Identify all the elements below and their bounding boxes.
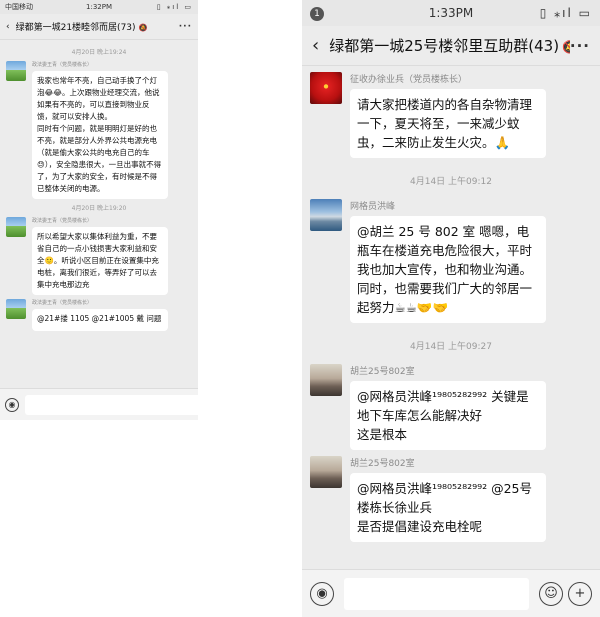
chat-header: ‹ 绿都第一城25号楼邻里互助群(43) 🔕 ··· bbox=[302, 26, 600, 66]
message-text: @网格员洪峰¹⁹⁸⁰⁵²⁸²⁹⁹² 关键是地下车库怎么能解决好 bbox=[357, 389, 529, 423]
message-item: 征收办徐业兵（党员楼栋长） 请大家把楼道内的各自杂物清理一下，夏天将至，一来减少… bbox=[310, 72, 592, 158]
avatar[interactable] bbox=[310, 199, 342, 231]
message-text: 同时有个问题，就是明明灯是好的也不亮，就是部分人外界公共电源充电（就是偷大家公共… bbox=[37, 124, 162, 193]
sender-name: 政法委王青（党员楼栋长） bbox=[32, 300, 93, 306]
more-icon[interactable]: ··· bbox=[179, 22, 192, 32]
message-body: 网格员洪峰 @胡兰 25 号 802 室 嗯嗯，电瓶车在楼道充电危险很大，平时我… bbox=[350, 199, 592, 323]
timestamp: 4月14日 上午09:12 bbox=[410, 177, 492, 187]
message-bubble[interactable]: 所以希望大家以集体利益为重，不要省自己的一点小钱损害大家利益和安全🙂。听说小区目… bbox=[32, 227, 168, 295]
sender-name: 胡兰25号802室 bbox=[350, 367, 415, 377]
sender-name: 胡兰25号802室 bbox=[350, 459, 415, 469]
back-icon[interactable]: ‹ bbox=[6, 22, 10, 32]
message-item: 政法委王青（党员楼栋长） 所以希望大家以集体利益为重，不要省自己的一点小钱损害大… bbox=[6, 217, 192, 295]
status-bar: 1 1:33PM ▯ ⁎ıl ▭ bbox=[302, 0, 600, 26]
left-chat-screen: 中国移动 1:32PM ▯ ⁎ıl ▭ ‹ 绿都第一城21楼睦邻而居(73) 🔕 … bbox=[0, 0, 198, 420]
avatar[interactable] bbox=[310, 456, 342, 488]
avatar[interactable] bbox=[310, 72, 342, 104]
status-time: 1:32PM bbox=[86, 3, 112, 11]
timestamp: 4月20日 晚上19:24 bbox=[71, 49, 127, 56]
status-time: 1:33PM bbox=[428, 6, 474, 20]
message-text: 这是根本 bbox=[357, 427, 408, 442]
chat-header: ‹ 绿都第一城21楼睦邻而居(73) 🔕 ··· bbox=[0, 14, 198, 40]
group-title-text: 绿都第一城25号楼邻里互助群(43) bbox=[329, 37, 560, 55]
emoji-icon[interactable]: ☺ bbox=[539, 581, 563, 606]
message-input[interactable] bbox=[344, 577, 529, 610]
mute-icon: 🔕 bbox=[562, 40, 570, 54]
more-icon[interactable]: ··· bbox=[570, 37, 590, 55]
sender-name: 政法委王青（党员楼栋长） bbox=[32, 218, 93, 224]
message-text: 请大家把楼道内的各自杂物清理一下，夏天将至，一来减少蚊虫，二来防止发生火灾。🙏 bbox=[357, 97, 533, 150]
carrier-name: 中国移动 bbox=[5, 3, 33, 11]
status-icons: ▯ ⁎ıl ▭ bbox=[156, 3, 194, 11]
avatar[interactable] bbox=[6, 217, 26, 237]
message-bubble[interactable]: 我家也常年不亮，自己动手换了个灯泡😂😂。上次跟物业经理交流，他说如果有不亮的，可… bbox=[32, 71, 168, 199]
message-bubble[interactable]: 请大家把楼道内的各自杂物清理一下，夏天将至，一来减少蚊虫，二来防止发生火灾。🙏 bbox=[350, 89, 546, 158]
voice-icon[interactable]: ◉ bbox=[310, 581, 334, 606]
message-input[interactable] bbox=[25, 394, 198, 415]
message-text: 是否提倡建设充电栓呢 bbox=[357, 519, 483, 534]
input-bar: ◉ ☺ + bbox=[0, 388, 198, 420]
group-title: 绿都第一城25号楼邻里互助群(43) 🔕 bbox=[329, 35, 570, 56]
sender-name: 征收办徐业兵（党员楼栋长） bbox=[350, 75, 468, 85]
right-chat-screen: 1 1:33PM ▯ ⁎ıl ▭ ‹ 绿都第一城25号楼邻里互助群(43) 🔕 ·… bbox=[302, 0, 600, 617]
message-bubble[interactable]: @网格员洪峰¹⁹⁸⁰⁵²⁸²⁹⁹² 关键是地下车库怎么能解决好这是根本 bbox=[350, 381, 546, 450]
plus-icon[interactable]: + bbox=[568, 581, 592, 606]
message-item: 网格员洪峰 @胡兰 25 号 802 室 嗯嗯，电瓶车在楼道充电危险很大，平时我… bbox=[310, 199, 592, 323]
message-body: 胡兰25号802室 @网格员洪峰¹⁹⁸⁰⁵²⁸²⁹⁹² @25号楼栋长徐业兵是否… bbox=[350, 456, 592, 542]
message-text: 所以希望大家以集体利益为重，不要省自己的一点小钱损害大家利益和安全🙂。听说小区目… bbox=[37, 232, 159, 289]
status-bar: 中国移动 1:32PM ▯ ⁎ıl ▭ bbox=[0, 0, 198, 14]
status-icons: ▯ ⁎ıl ▭ bbox=[539, 6, 592, 20]
message-item: 政法委王青（党员楼栋长） 我家也常年不亮，自己动手换了个灯泡😂😂。上次跟物业经理… bbox=[6, 61, 192, 199]
message-bubble[interactable]: @21#搂 1105 @21#1005 戴 问题 bbox=[32, 309, 168, 331]
group-title: 绿都第一城21楼睦邻而居(73) 🔕 bbox=[16, 20, 179, 33]
timestamp: 4月20日 晚上19:20 bbox=[71, 205, 127, 212]
message-body: 政法委王青（党员楼栋长） 我家也常年不亮，自己动手换了个灯泡😂😂。上次跟物业经理… bbox=[32, 61, 192, 199]
message-bubble[interactable]: @网格员洪峰¹⁹⁸⁰⁵²⁸²⁹⁹² @25号楼栋长徐业兵是否提倡建设充电栓呢 bbox=[350, 473, 546, 542]
message-text: 我家也常年不亮，自己动手换了个灯泡😂😂。上次跟物业经理交流，他说如果有不亮的，可… bbox=[37, 76, 160, 121]
message-list[interactable]: 4月20日 晚上19:24 政法委王青（党员楼栋长） 我家也常年不亮，自己动手换… bbox=[0, 40, 198, 400]
avatar[interactable] bbox=[310, 364, 342, 396]
message-bubble[interactable]: @胡兰 25 号 802 室 嗯嗯，电瓶车在楼道充电危险很大，平时我也加大宣传，… bbox=[350, 216, 546, 323]
message-item: 政法委王青（党员楼栋长） @21#搂 1105 @21#1005 戴 问题 bbox=[6, 299, 192, 335]
message-text: @网格员洪峰¹⁹⁸⁰⁵²⁸²⁹⁹² @25号楼栋长徐业兵 bbox=[357, 481, 533, 515]
voice-icon[interactable]: ◉ bbox=[5, 397, 19, 412]
timestamp: 4月14日 上午09:27 bbox=[410, 342, 492, 352]
message-item: 胡兰25号802室 @网格员洪峰¹⁹⁸⁰⁵²⁸²⁹⁹² 关键是地下车库怎么能解决… bbox=[310, 364, 592, 450]
notification-badge: 1 bbox=[310, 7, 324, 21]
message-body: 胡兰25号802室 @网格员洪峰¹⁹⁸⁰⁵²⁸²⁹⁹² 关键是地下车库怎么能解决… bbox=[350, 364, 592, 450]
message-text: @21#搂 1105 @21#1005 戴 问题 bbox=[37, 314, 162, 323]
group-title-text: 绿都第一城21楼睦邻而居(73) bbox=[15, 23, 136, 33]
message-body: 政法委王青（党员楼栋长） @21#搂 1105 @21#1005 戴 问题 bbox=[32, 299, 192, 335]
back-icon[interactable]: ‹ bbox=[312, 35, 319, 56]
message-body: 征收办徐业兵（党员楼栋长） 请大家把楼道内的各自杂物清理一下，夏天将至，一来减少… bbox=[350, 72, 592, 158]
message-list[interactable]: 征收办徐业兵（党员楼栋长） 请大家把楼道内的各自杂物清理一下，夏天将至，一来减少… bbox=[302, 66, 600, 578]
sender-name: 政法委王青（党员楼栋长） bbox=[32, 62, 93, 68]
avatar[interactable] bbox=[6, 299, 26, 319]
mute-icon: 🔕 bbox=[138, 23, 148, 32]
message-body: 政法委王青（党员楼栋长） 所以希望大家以集体利益为重，不要省自己的一点小钱损害大… bbox=[32, 217, 192, 295]
avatar[interactable] bbox=[6, 61, 26, 81]
sender-name: 网格员洪峰 bbox=[350, 202, 396, 212]
input-bar: ◉ ☺ + bbox=[302, 569, 600, 617]
status-left: 1 bbox=[310, 5, 404, 21]
message-item: 胡兰25号802室 @网格员洪峰¹⁹⁸⁰⁵²⁸²⁹⁹² @25号楼栋长徐业兵是否… bbox=[310, 456, 592, 542]
message-text: @胡兰 25 号 802 室 嗯嗯，电瓶车在楼道充电危险很大，平时我也加大宣传，… bbox=[357, 224, 533, 315]
